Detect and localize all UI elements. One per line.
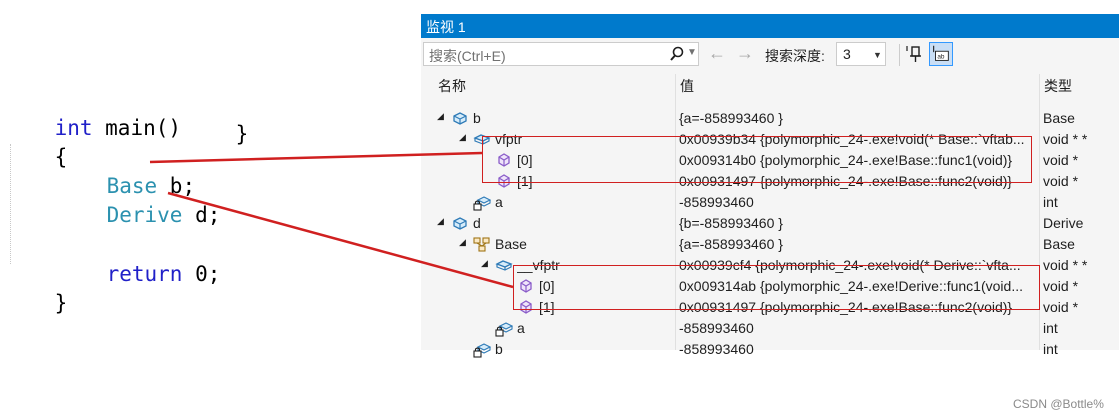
annotation-arrows — [149, 151, 514, 289]
watermark: CSDN @Bottle% — [1013, 397, 1104, 411]
annotation-line-d — [167, 191, 514, 289]
annotation-line-b — [149, 151, 483, 164]
